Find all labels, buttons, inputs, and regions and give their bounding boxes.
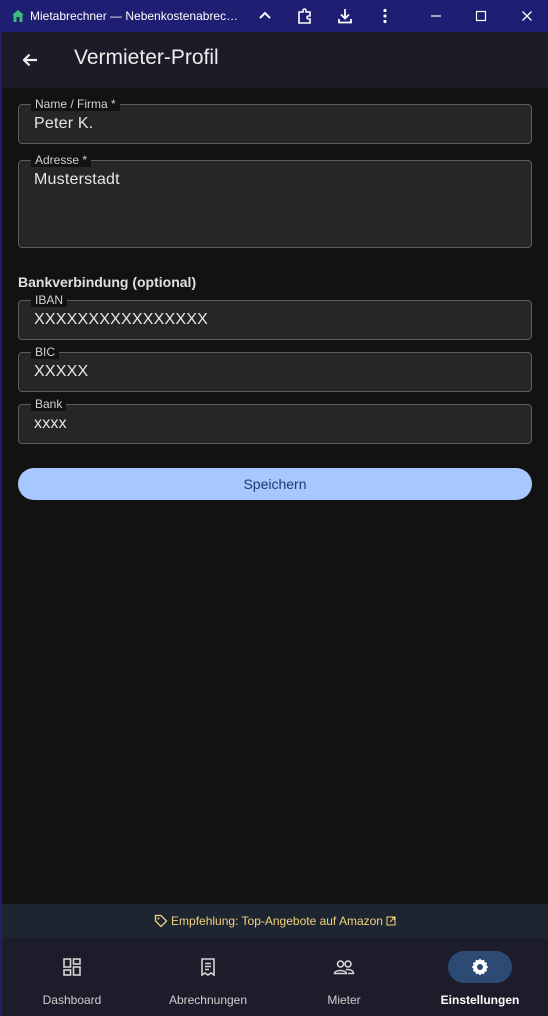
nav-item-abrechnungen[interactable]: Abrechnungen [140,938,276,1016]
app-window: Mietabrechner — Nebenkostenabrec… Vermie… [0,0,548,1016]
bank-section-title: Bankverbindung (optional) [18,274,197,290]
nav-label-abrechnungen: Abrechnungen [168,993,248,1007]
app-bar: Vermieter-Profil [2,32,548,88]
close-icon [522,11,532,21]
window-title: Mietabrechner — Nebenkostenabrec… [30,9,239,23]
name-field-label: Name / Firma * [31,97,120,111]
nav-item-mieter[interactable]: Mieter [276,938,412,1016]
bic-field-label: BIC [31,345,60,359]
close-button[interactable] [507,0,547,32]
download-icon [338,9,352,24]
page-title: Vermieter-Profil [74,46,219,69]
name-field[interactable]: Name / Firma * Peter K. [18,97,532,144]
receipt-icon [176,951,240,983]
external-link-icon [386,916,396,926]
download-button[interactable] [325,0,365,32]
nav-label-mieter: Mieter [327,993,361,1007]
nav-item-dashboard[interactable]: Dashboard [4,938,140,1016]
promo-text[interactable]: Empfehlung: Top-Angebote auf Amazon [171,914,383,928]
bank-field-label: Bank [31,397,67,411]
tag-icon [154,914,168,928]
puzzle-icon [298,8,311,24]
people-icon [312,951,376,983]
dashboard-icon [40,951,104,983]
bic-field[interactable]: BIC XXXXX [18,345,532,392]
arrow-back-icon [22,53,37,67]
back-button[interactable] [18,48,42,72]
more-menu-button[interactable] [365,0,405,32]
iban-field-value: XXXXXXXXXXXXXXXX [34,311,208,328]
iban-field[interactable]: IBAN XXXXXXXXXXXXXXXX [18,293,532,340]
address-field[interactable]: Adresse * Musterstadt [18,153,532,248]
gear-icon [448,951,512,983]
name-field-value: Peter K. [34,115,94,132]
nav-item-einstellungen[interactable]: Einstellungen [412,938,548,1016]
bank-field[interactable]: Bank xxxx [18,397,532,444]
extensions-button[interactable] [285,0,325,32]
nav-label-einstellungen: Einstellungen [440,993,520,1007]
bank-field-value: xxxx [34,415,67,432]
maximize-icon [475,10,487,22]
window-titlebar: Mietabrechner — Nebenkostenabrec… [2,0,548,32]
nav-label-dashboard: Dashboard [42,993,102,1007]
bic-field-value: XXXXX [34,363,89,380]
save-button[interactable]: Speichern [18,468,532,500]
minimize-button[interactable] [416,0,456,32]
maximize-button[interactable] [461,0,501,32]
iban-field-label: IBAN [31,293,68,307]
address-field-label: Adresse * [31,153,92,167]
minimize-icon [431,15,441,17]
address-field-value: Musterstadt [34,171,120,188]
chevron-up-icon [259,11,271,19]
bottom-navigation: Dashboard Abrechnungen Mieter Einstellun… [2,938,548,1016]
collapse-button[interactable] [245,0,285,32]
app-home-icon [10,8,26,24]
more-vert-icon [383,8,387,24]
promo-banner[interactable]: Empfehlung: Top-Angebote auf Amazon [2,904,548,938]
